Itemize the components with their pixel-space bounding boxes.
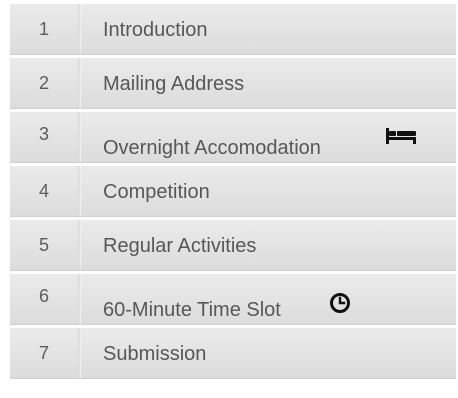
bed-icon — [386, 128, 416, 149]
step-label: 60-Minute Time Slot — [103, 299, 281, 321]
step-competition[interactable]: 4 Competition — [10, 166, 456, 217]
step-divider — [78, 274, 81, 324]
step-divider — [78, 328, 81, 378]
step-introduction[interactable]: 1 Introduction — [10, 4, 456, 55]
step-number: 5 — [38, 235, 49, 255]
step-divider — [78, 166, 81, 216]
step-divider — [78, 58, 81, 108]
step-divider — [78, 4, 81, 54]
step-number: 1 — [38, 19, 49, 39]
step-overnight-accomodation[interactable]: 3 Overnight Accomodation — [10, 112, 456, 163]
step-regular-activities[interactable]: 5 Regular Activities — [10, 220, 456, 271]
step-number: 3 — [38, 124, 49, 144]
step-list: 1 Introduction 2 Mailing Address 3 Overn… — [10, 4, 456, 382]
step-label: Introduction — [103, 19, 208, 41]
step-number: 2 — [38, 73, 49, 93]
step-divider — [78, 112, 81, 162]
step-label: Mailing Address — [103, 73, 245, 95]
step-time-slot[interactable]: 6 60-Minute Time Slot — [10, 274, 456, 325]
step-number: 6 — [38, 286, 49, 306]
step-number: 7 — [38, 343, 49, 363]
step-label: Regular Activities — [103, 235, 257, 257]
step-label: Competition — [103, 181, 210, 203]
step-mailing-address[interactable]: 2 Mailing Address — [10, 58, 456, 109]
step-label: Submission — [103, 343, 207, 365]
step-submission[interactable]: 7 Submission — [10, 328, 456, 379]
step-label: Overnight Accomodation — [103, 137, 321, 159]
step-divider — [78, 220, 81, 270]
clock-icon — [329, 292, 351, 319]
step-number: 4 — [38, 181, 49, 201]
